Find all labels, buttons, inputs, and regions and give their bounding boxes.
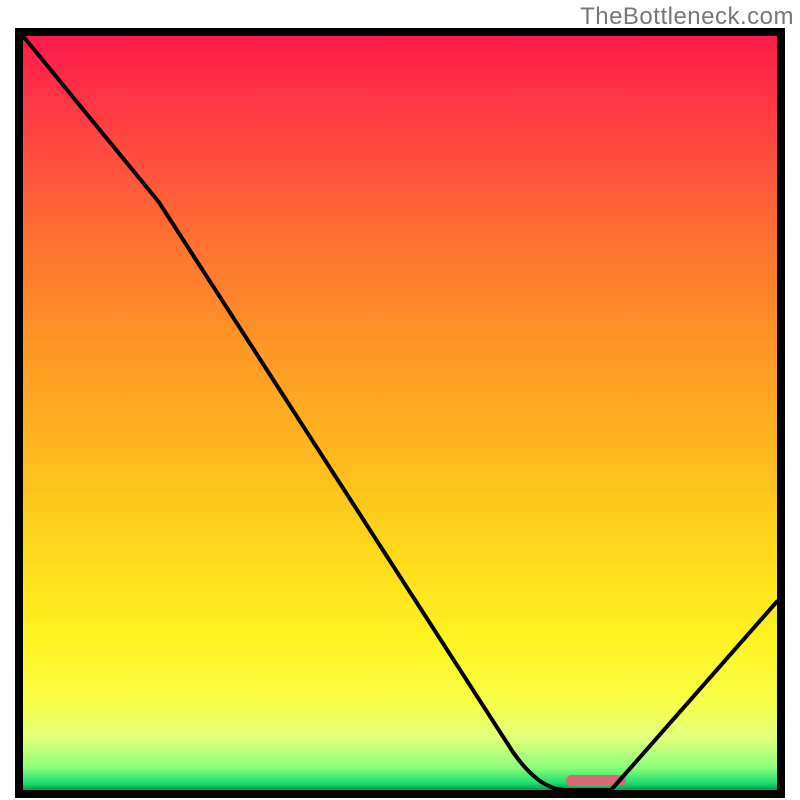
watermark-text: TheBottleneck.com <box>580 3 794 31</box>
chart-frame <box>15 28 785 798</box>
highlight-bar <box>566 775 626 786</box>
plot-area <box>23 36 777 790</box>
gradient-background <box>23 36 777 790</box>
